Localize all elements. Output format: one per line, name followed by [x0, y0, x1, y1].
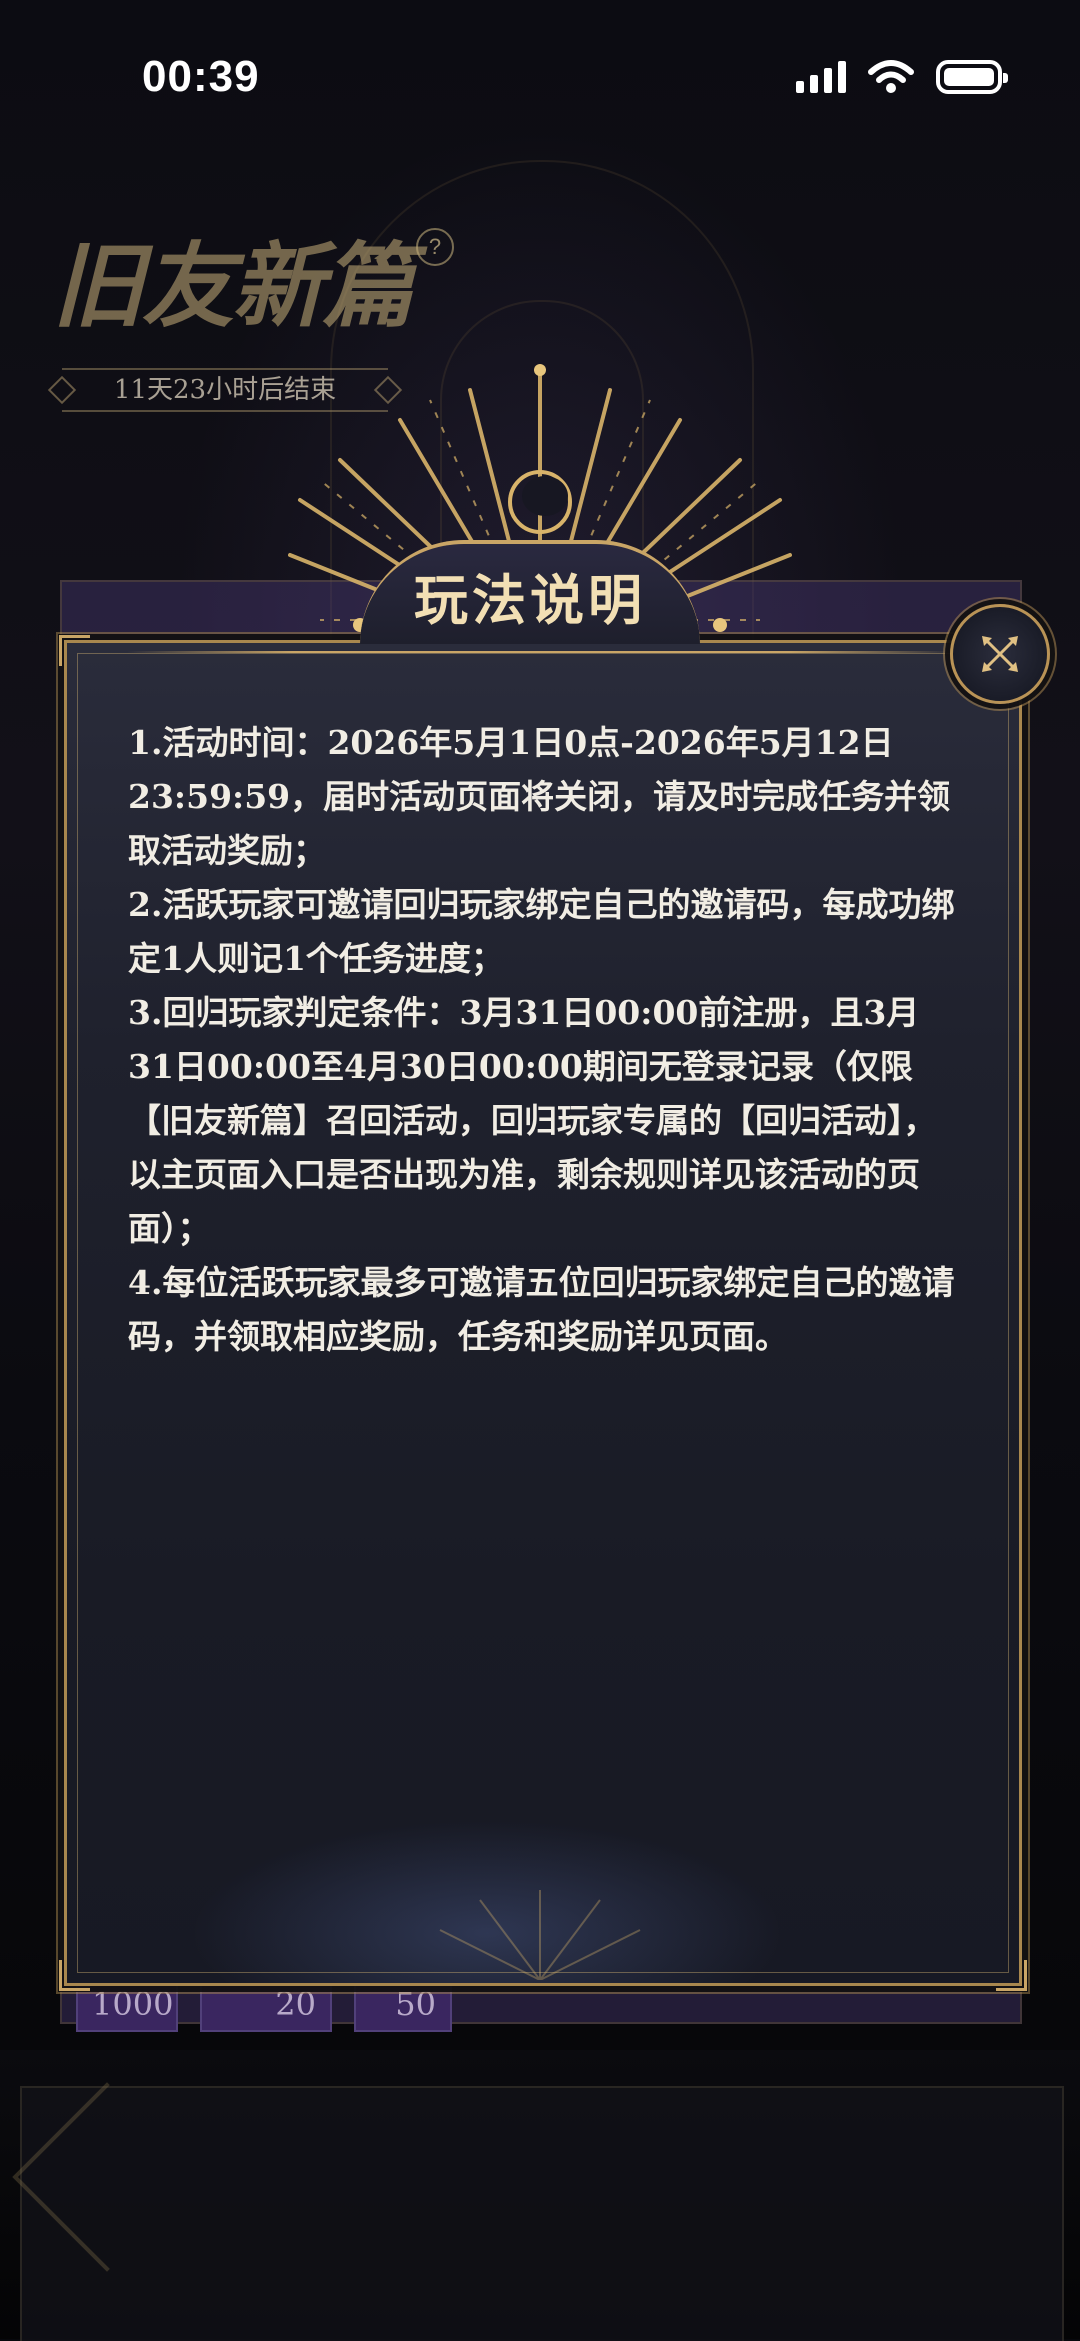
dialog-title: 玩法说明 — [414, 568, 646, 632]
rule-item: 3.回归玩家判定条件：3月31日00:00前注册，且3月31日00:00至4月3… — [128, 993, 937, 1248]
bottom-card — [20, 2086, 1064, 2341]
event-title: 旧友新篇 — [52, 232, 414, 340]
status-time: 00:39 — [142, 52, 260, 101]
corner-ornament — [59, 1960, 90, 1991]
crescent-moon-icon — [508, 470, 572, 534]
rules-text: 1.活动时间：2026年5月1日0点-2026年5月12日23:59:59，届时… — [128, 716, 958, 1364]
help-icon[interactable]: ? — [416, 228, 454, 266]
wifi-icon — [868, 60, 914, 93]
close-button[interactable] — [950, 604, 1050, 704]
battery-icon — [936, 60, 1008, 94]
dialog-top-rule — [127, 651, 955, 653]
status-icons — [796, 60, 1008, 94]
rule-item: 1.活动时间：2026年5月1日0点-2026年5月12日23:59:59，届时… — [128, 723, 951, 870]
close-ornate-icon — [982, 636, 1018, 672]
cellular-signal-icon — [796, 61, 846, 93]
corner-ornament — [996, 1960, 1027, 1991]
bottom-flourish-ornament — [439, 1890, 641, 1980]
corner-ornament — [59, 635, 90, 666]
rule-item: 2.活跃玩家可邀请回归玩家绑定自己的邀请码，每成功绑定1人则记1个任务进度； — [128, 885, 955, 978]
rule-item: 4.每位活跃玩家最多可邀请五位回归玩家绑定自己的邀请码，并领取相应奖励，任务和奖… — [128, 1263, 955, 1356]
